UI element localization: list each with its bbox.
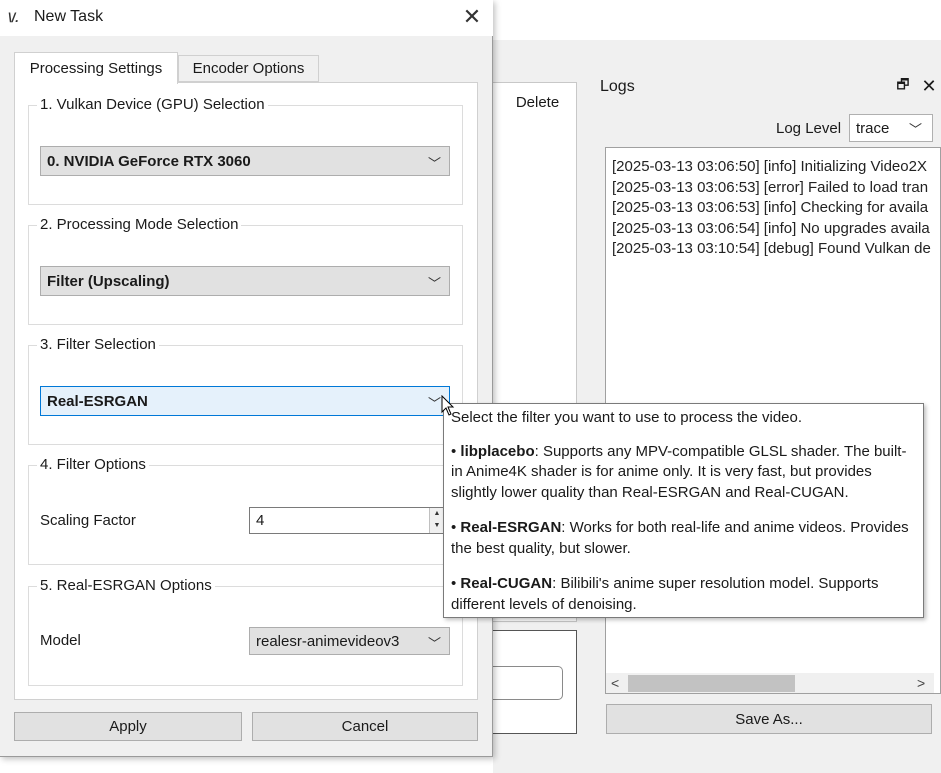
log-level-value: trace	[856, 119, 890, 137]
cancel-button[interactable]: Cancel	[252, 712, 478, 741]
logs-close-icon[interactable]: ✕	[920, 76, 938, 96]
log-line: [2025-03-13 03:06:53] [info] Checking fo…	[612, 199, 929, 216]
scroll-thumb[interactable]	[628, 675, 795, 692]
dialog-title: New Task	[34, 8, 104, 25]
gpu-group-label: 1. Vulkan Device (GPU) Selection	[37, 96, 268, 113]
mode-select-value: Filter (Upscaling)	[47, 272, 170, 290]
chevron-down-icon: ﹀	[427, 156, 441, 171]
model-select[interactable]: realesr-animevideov3 ﹀	[249, 627, 450, 655]
mode-select[interactable]: Filter (Upscaling) ﹀	[40, 266, 450, 296]
log-line: [2025-03-13 03:06:50] [info] Initializin…	[612, 158, 927, 175]
filter-select-value: Real-ESRGAN	[47, 392, 148, 410]
tooltip-item: • libplacebo: Supports any MPV-compatibl…	[451, 442, 907, 501]
scroll-right-icon[interactable]: >	[917, 675, 925, 691]
tooltip-item: • Real-ESRGAN: Works for both real-life …	[451, 519, 909, 557]
apply-button[interactable]: Apply	[14, 712, 242, 741]
scaling-factor-value: 4	[256, 512, 265, 529]
filter-tooltip: Select the filter you want to use to pro…	[443, 403, 924, 618]
scaling-factor-label: Scaling Factor	[40, 512, 136, 529]
tooltip-intro: Select the filter you want to use to pro…	[451, 409, 803, 426]
main-window-toolbar	[493, 0, 941, 40]
mouse-cursor-icon	[441, 395, 455, 416]
log-line: [2025-03-13 03:10:54] [debug] Found Vulk…	[612, 240, 931, 257]
filter-options-group-label: 4. Filter Options	[37, 456, 149, 473]
log-line: [2025-03-13 03:06:53] [error] Failed to …	[612, 178, 929, 196]
scaling-factor-spinbox[interactable]: 4 ▲ ▼	[249, 507, 445, 534]
model-select-value: realesr-animevideov3	[256, 632, 400, 650]
mode-group-label: 2. Processing Mode Selection	[37, 216, 242, 233]
video2x-app-icon: \/.	[8, 10, 19, 25]
spin-arrows-icon[interactable]: ▲ ▼	[429, 508, 444, 533]
esrgan-group-label: 5. Real-ESRGAN Options	[37, 577, 215, 594]
tooltip-item: • Real-CUGAN: Bilibili's anime super res…	[451, 575, 879, 613]
tooltip-item-name: libplacebo	[460, 442, 535, 460]
filter-group-label: 3. Filter Selection	[37, 336, 159, 353]
delete-button[interactable]: Delete	[500, 85, 575, 119]
gpu-select-value: 0. NVIDIA GeForce RTX 3060	[47, 152, 251, 170]
main-input-field[interactable]	[493, 666, 563, 700]
model-label: Model	[40, 632, 81, 649]
log-level-select[interactable]: trace ﹀	[849, 114, 933, 142]
save-as-button[interactable]: Save As...	[606, 704, 932, 734]
close-icon[interactable]: ✕	[460, 4, 484, 29]
tab-encoder-options[interactable]: Encoder Options	[178, 55, 319, 82]
scroll-left-icon[interactable]: <	[611, 675, 619, 691]
gpu-select[interactable]: 0. NVIDIA GeForce RTX 3060 ﹀	[40, 146, 450, 176]
chevron-down-icon: ﹀	[908, 122, 922, 137]
chevron-down-icon: ﹀	[427, 276, 441, 291]
logs-title: Logs	[600, 78, 635, 95]
tooltip-item-name: Real-ESRGAN	[460, 519, 562, 536]
tab-processing-settings[interactable]: Processing Settings	[14, 52, 178, 84]
log-level-label: Log Level	[776, 120, 842, 137]
chevron-down-icon: ﹀	[427, 396, 441, 411]
filter-select[interactable]: Real-ESRGAN ﹀	[40, 386, 450, 416]
log-line: [2025-03-13 03:06:54] [info] No upgrades…	[612, 219, 930, 237]
tooltip-item-name: Real-CUGAN	[460, 575, 553, 592]
chevron-down-icon: ﹀	[427, 636, 441, 651]
float-window-icon[interactable]: 🗗	[895, 76, 911, 94]
